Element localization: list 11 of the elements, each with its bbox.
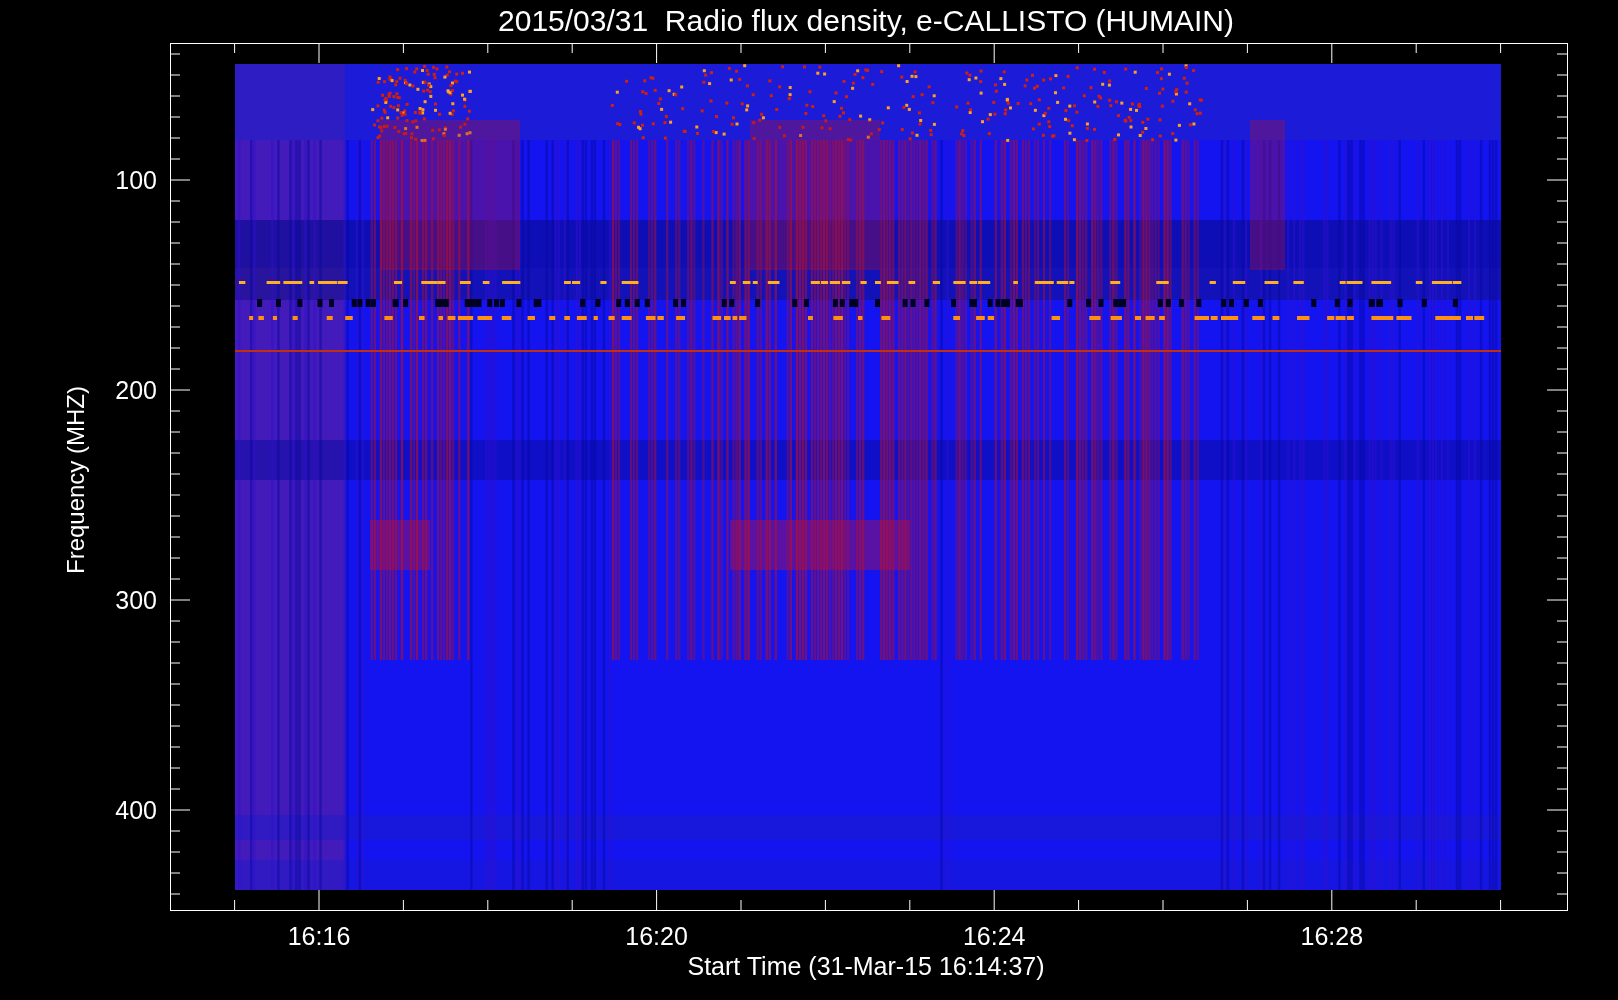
y-tick-label: 200	[115, 376, 157, 404]
y-tick-label: 300	[115, 586, 157, 614]
y-tick-label: 100	[115, 166, 157, 194]
y-axis-title: Frequency (MHZ)	[62, 386, 89, 574]
y-tick-label: 400	[115, 796, 157, 824]
x-tick-label: 16:28	[1300, 922, 1364, 950]
x-tick-label: 16:20	[625, 922, 688, 950]
x-tick-label: 16:24	[962, 922, 1026, 950]
x-tick-label: 16:16	[287, 922, 351, 950]
x-axis-title: Start Time (31-Mar-15 16:14:37)	[687, 952, 1045, 980]
chart-title: 2015/03/31 Radio flux density, e-CALLISTO (HUMAIN)	[498, 4, 1234, 37]
